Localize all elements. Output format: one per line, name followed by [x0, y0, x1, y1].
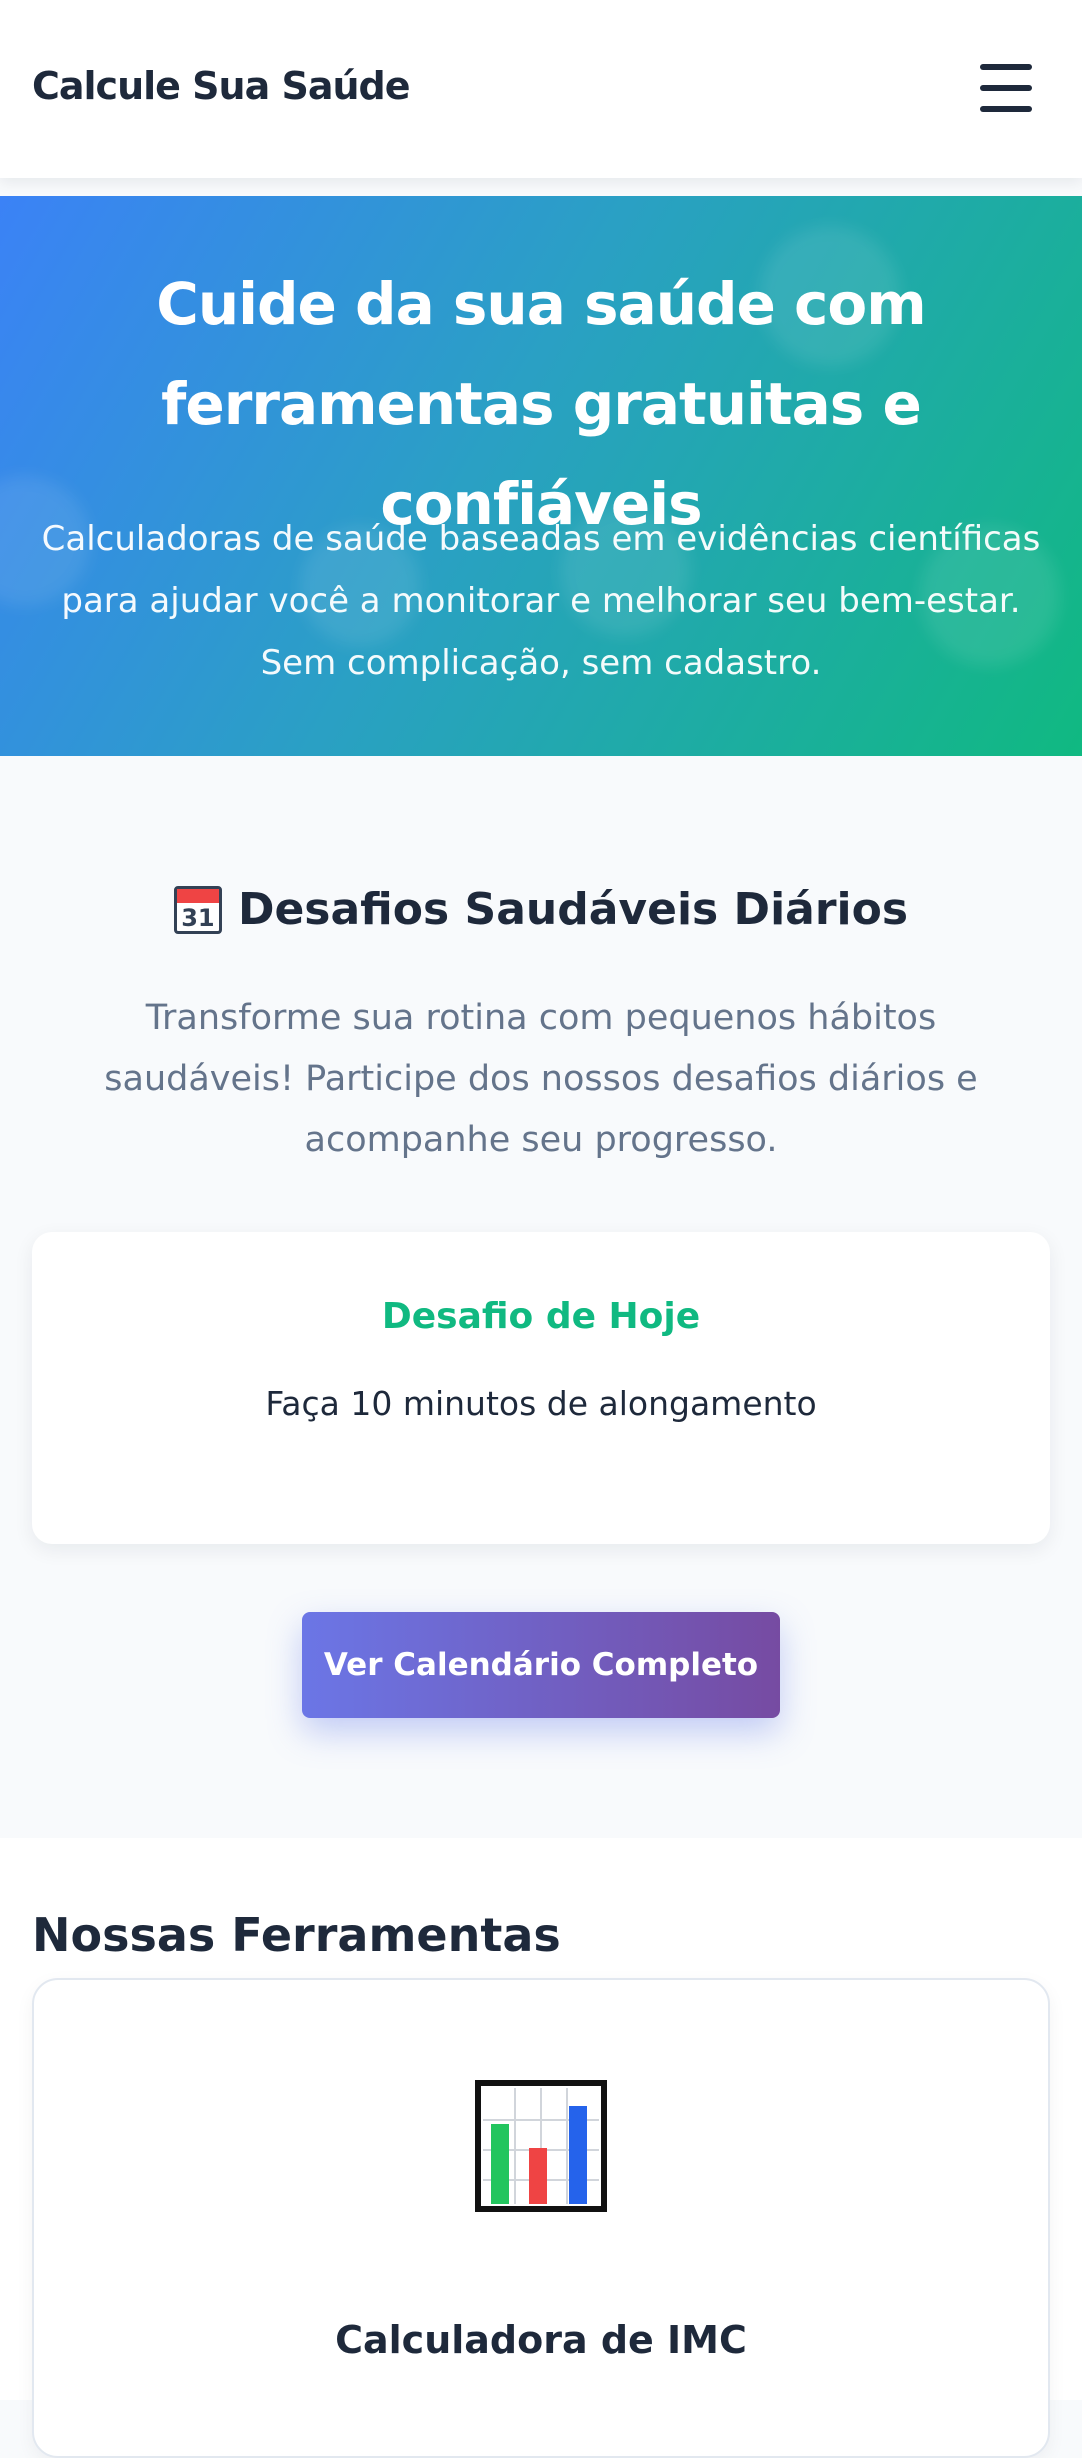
- site-logo[interactable]: Calcule Sua Saúde: [32, 64, 410, 108]
- hero-subtitle: Calculadoras de saúde baseadas em evidên…: [41, 519, 1041, 683]
- tool-card-imc[interactable]: Calculadora de IMC: [32, 1978, 1050, 2458]
- today-challenge-card: Desafio de Hoje Faça 10 minutos de along…: [32, 1232, 1050, 1544]
- calendar-icon-header: [176, 888, 219, 903]
- tool-name: Calculadora de IMC: [335, 2318, 747, 2362]
- tools-heading: Nossas Ferramentas: [32, 1908, 561, 1962]
- challenges-description: Transforme sua rotina com pequenos hábit…: [104, 998, 978, 1160]
- hero-section: Cuide da sua saúde com ferramentas gratu…: [0, 196, 1082, 756]
- calendar-icon-day: 31: [181, 903, 215, 932]
- site-header: Calcule Sua Saúde: [0, 0, 1082, 178]
- view-calendar-button[interactable]: Ver Calendário Completo: [302, 1612, 780, 1718]
- menu-bar: [980, 106, 1032, 112]
- hamburger-menu-icon[interactable]: [980, 64, 1036, 112]
- today-challenge-text: Faça 10 minutos de alongamento: [265, 1384, 817, 1423]
- tools-section: Nossas Ferramentas Calculadora de IMC: [0, 1838, 1082, 2458]
- daily-challenges-section: 31 Desafios Saudáveis Diários Transforme…: [0, 756, 1082, 1838]
- challenges-title: Desafios Saudáveis Diários: [237, 884, 909, 935]
- menu-bar: [980, 64, 1032, 70]
- today-challenge-label: Desafio de Hoje: [381, 1296, 701, 1337]
- menu-bar: [980, 85, 1032, 91]
- challenges-heading: 31 Desafios Saudáveis Diários: [0, 884, 1082, 935]
- calendar-icon: 31: [173, 885, 222, 934]
- bar-chart-icon: [475, 2080, 607, 2212]
